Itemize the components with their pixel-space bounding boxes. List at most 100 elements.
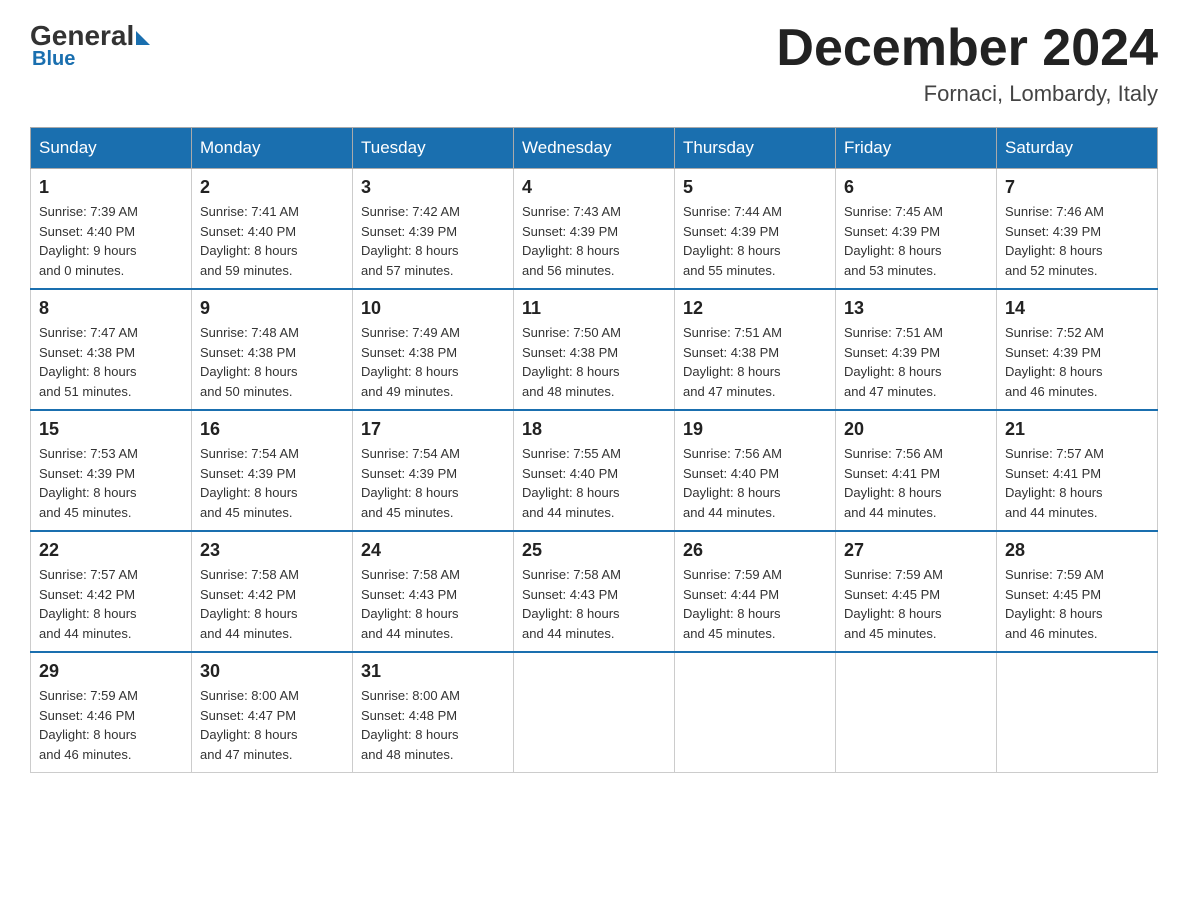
day-number: 26 — [683, 540, 827, 561]
calendar-cell: 6 Sunrise: 7:45 AMSunset: 4:39 PMDaylight… — [836, 169, 997, 290]
logo-blue: Blue — [32, 48, 75, 71]
calendar-cell: 16 Sunrise: 7:54 AMSunset: 4:39 PMDayligh… — [192, 410, 353, 531]
calendar-cell: 13Sunrise: 7:51 AMSunset: 4:39 PMDayligh… — [836, 289, 997, 410]
calendar-cell: 12 Sunrise: 7:51 AMSunset: 4:38 PMDayligh… — [675, 289, 836, 410]
day-info: Sunrise: 7:59 AMSunset: 4:44 PMDaylight:… — [683, 565, 827, 643]
calendar-cell: 21Sunrise: 7:57 AMSunset: 4:41 PMDayligh… — [997, 410, 1158, 531]
calendar-header: SundayMondayTuesdayWednesdayThursdayFrid… — [31, 128, 1158, 169]
calendar-week-3: 15 Sunrise: 7:53 AMSunset: 4:39 PMDayligh… — [31, 410, 1158, 531]
logo-arrow-icon — [136, 31, 150, 45]
calendar-cell: 3Sunrise: 7:42 AMSunset: 4:39 PMDaylight… — [353, 169, 514, 290]
day-info: Sunrise: 7:56 AMSunset: 4:41 PMDaylight:… — [844, 444, 988, 522]
day-number: 27 — [844, 540, 988, 561]
day-info: Sunrise: 7:54 AMSunset: 4:39 PMDaylight:… — [361, 444, 505, 522]
calendar-week-1: 1 Sunrise: 7:39 AMSunset: 4:40 PMDaylight… — [31, 169, 1158, 290]
day-number: 15 — [39, 419, 183, 440]
day-number: 22 — [39, 540, 183, 561]
day-info: Sunrise: 7:54 AMSunset: 4:39 PMDaylight:… — [200, 444, 344, 522]
day-number: 24 — [361, 540, 505, 561]
day-info: Sunrise: 7:44 AMSunset: 4:39 PMDaylight:… — [683, 202, 827, 280]
day-number: 7 — [1005, 177, 1149, 198]
day-number: 14 — [1005, 298, 1149, 319]
day-info: Sunrise: 7:57 AMSunset: 4:42 PMDaylight:… — [39, 565, 183, 643]
calendar-cell: 25 Sunrise: 7:58 AMSunset: 4:43 PMDayligh… — [514, 531, 675, 652]
day-info: Sunrise: 7:45 AMSunset: 4:39 PMDaylight:… — [844, 202, 988, 280]
calendar-cell: 10 Sunrise: 7:49 AMSunset: 4:38 PMDayligh… — [353, 289, 514, 410]
calendar-cell: 15 Sunrise: 7:53 AMSunset: 4:39 PMDayligh… — [31, 410, 192, 531]
day-number: 2 — [200, 177, 344, 198]
day-info: Sunrise: 7:48 AMSunset: 4:38 PMDaylight:… — [200, 323, 344, 401]
logo: General Blue — [30, 20, 152, 71]
calendar-cell: 17 Sunrise: 7:54 AMSunset: 4:39 PMDayligh… — [353, 410, 514, 531]
day-info: Sunrise: 8:00 AMSunset: 4:47 PMDaylight:… — [200, 686, 344, 764]
day-info: Sunrise: 7:47 AMSunset: 4:38 PMDaylight:… — [39, 323, 183, 401]
calendar-cell: 22 Sunrise: 7:57 AMSunset: 4:42 PMDayligh… — [31, 531, 192, 652]
day-info: Sunrise: 7:49 AMSunset: 4:38 PMDaylight:… — [361, 323, 505, 401]
calendar-table: SundayMondayTuesdayWednesdayThursdayFrid… — [30, 127, 1158, 773]
day-info: Sunrise: 7:43 AMSunset: 4:39 PMDaylight:… — [522, 202, 666, 280]
page-header: General Blue December 2024 Fornaci, Lomb… — [30, 20, 1158, 107]
day-number: 17 — [361, 419, 505, 440]
calendar-cell — [836, 652, 997, 773]
calendar-week-4: 22 Sunrise: 7:57 AMSunset: 4:42 PMDayligh… — [31, 531, 1158, 652]
calendar-cell: 14 Sunrise: 7:52 AMSunset: 4:39 PMDayligh… — [997, 289, 1158, 410]
day-number: 30 — [200, 661, 344, 682]
day-number: 31 — [361, 661, 505, 682]
day-number: 9 — [200, 298, 344, 319]
day-info: Sunrise: 7:58 AMSunset: 4:43 PMDaylight:… — [361, 565, 505, 643]
day-number: 20 — [844, 419, 988, 440]
calendar-cell — [997, 652, 1158, 773]
day-info: Sunrise: 7:55 AMSunset: 4:40 PMDaylight:… — [522, 444, 666, 522]
calendar-cell: 2 Sunrise: 7:41 AMSunset: 4:40 PMDaylight… — [192, 169, 353, 290]
calendar-cell: 7 Sunrise: 7:46 AMSunset: 4:39 PMDaylight… — [997, 169, 1158, 290]
day-number: 29 — [39, 661, 183, 682]
calendar-cell: 26 Sunrise: 7:59 AMSunset: 4:44 PMDayligh… — [675, 531, 836, 652]
day-number: 1 — [39, 177, 183, 198]
calendar-week-2: 8 Sunrise: 7:47 AMSunset: 4:38 PMDaylight… — [31, 289, 1158, 410]
calendar-cell: 31 Sunrise: 8:00 AMSunset: 4:48 PMDayligh… — [353, 652, 514, 773]
day-number: 16 — [200, 419, 344, 440]
day-info: Sunrise: 7:56 AMSunset: 4:40 PMDaylight:… — [683, 444, 827, 522]
day-number: 11 — [522, 298, 666, 319]
calendar-cell: 27 Sunrise: 7:59 AMSunset: 4:45 PMDayligh… — [836, 531, 997, 652]
calendar-cell: 28 Sunrise: 7:59 AMSunset: 4:45 PMDayligh… — [997, 531, 1158, 652]
day-number: 3 — [361, 177, 505, 198]
header-day-wednesday: Wednesday — [514, 128, 675, 169]
day-number: 5 — [683, 177, 827, 198]
day-number: 18 — [522, 419, 666, 440]
day-number: 25 — [522, 540, 666, 561]
header-day-sunday: Sunday — [31, 128, 192, 169]
calendar-body: 1 Sunrise: 7:39 AMSunset: 4:40 PMDaylight… — [31, 169, 1158, 773]
day-number: 10 — [361, 298, 505, 319]
day-info: Sunrise: 7:52 AMSunset: 4:39 PMDaylight:… — [1005, 323, 1149, 401]
header-day-thursday: Thursday — [675, 128, 836, 169]
day-number: 21 — [1005, 419, 1149, 440]
header-day-friday: Friday — [836, 128, 997, 169]
header-day-saturday: Saturday — [997, 128, 1158, 169]
calendar-cell: 9 Sunrise: 7:48 AMSunset: 4:38 PMDaylight… — [192, 289, 353, 410]
calendar-cell: 1 Sunrise: 7:39 AMSunset: 4:40 PMDaylight… — [31, 169, 192, 290]
day-info: Sunrise: 8:00 AMSunset: 4:48 PMDaylight:… — [361, 686, 505, 764]
day-number: 19 — [683, 419, 827, 440]
day-info: Sunrise: 7:46 AMSunset: 4:39 PMDaylight:… — [1005, 202, 1149, 280]
day-info: Sunrise: 7:50 AMSunset: 4:38 PMDaylight:… — [522, 323, 666, 401]
calendar-cell: 24 Sunrise: 7:58 AMSunset: 4:43 PMDayligh… — [353, 531, 514, 652]
day-number: 8 — [39, 298, 183, 319]
calendar-cell: 19 Sunrise: 7:56 AMSunset: 4:40 PMDayligh… — [675, 410, 836, 531]
day-info: Sunrise: 7:41 AMSunset: 4:40 PMDaylight:… — [200, 202, 344, 280]
header-day-tuesday: Tuesday — [353, 128, 514, 169]
day-number: 6 — [844, 177, 988, 198]
day-info: Sunrise: 7:59 AMSunset: 4:45 PMDaylight:… — [1005, 565, 1149, 643]
title-section: December 2024 Fornaci, Lombardy, Italy — [776, 20, 1158, 107]
calendar-cell — [514, 652, 675, 773]
day-info: Sunrise: 7:51 AMSunset: 4:38 PMDaylight:… — [683, 323, 827, 401]
day-info: Sunrise: 7:39 AMSunset: 4:40 PMDaylight:… — [39, 202, 183, 280]
day-info: Sunrise: 7:58 AMSunset: 4:43 PMDaylight:… — [522, 565, 666, 643]
calendar-cell: 8 Sunrise: 7:47 AMSunset: 4:38 PMDaylight… — [31, 289, 192, 410]
day-number: 12 — [683, 298, 827, 319]
day-info: Sunrise: 7:53 AMSunset: 4:39 PMDaylight:… — [39, 444, 183, 522]
calendar-cell: 11 Sunrise: 7:50 AMSunset: 4:38 PMDayligh… — [514, 289, 675, 410]
day-number: 28 — [1005, 540, 1149, 561]
day-info: Sunrise: 7:59 AMSunset: 4:45 PMDaylight:… — [844, 565, 988, 643]
calendar-week-5: 29Sunrise: 7:59 AMSunset: 4:46 PMDayligh… — [31, 652, 1158, 773]
